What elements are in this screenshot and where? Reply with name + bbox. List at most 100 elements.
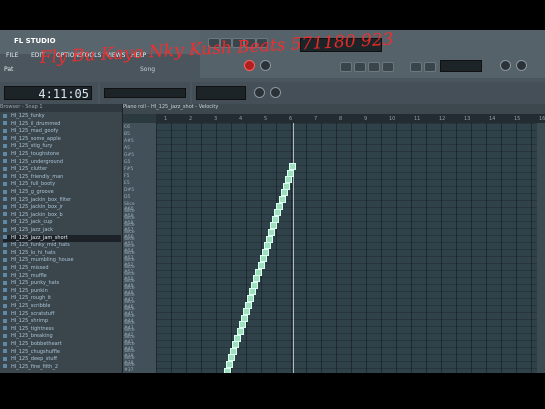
browser-item[interactable]: HI_125_scratstuff: [3, 311, 121, 318]
master-pitch-knob[interactable]: [260, 60, 271, 71]
browser-item[interactable]: HI_125_punkin: [3, 288, 121, 295]
time-panel: 4:11:05: [0, 82, 98, 104]
menu-tools[interactable]: TOOLS: [81, 52, 101, 60]
browser-item[interactable]: HI_125_lo_hi_hats: [3, 250, 121, 257]
mixer-knob[interactable]: [500, 60, 511, 71]
tool-button-4[interactable]: [382, 62, 394, 72]
browser-item[interactable]: HI_125_deep_stuff: [3, 356, 121, 363]
key-label: C6: [124, 125, 131, 130]
browser-item[interactable]: HI_125_mumbling_house: [3, 257, 121, 264]
browser-item[interactable]: HI_125_some_apple: [3, 136, 121, 143]
song-position-display: 4:11:05: [4, 86, 92, 101]
piano-roll-keyboard[interactable]: C6 B5 A#5 A5 G#5 G5 F#5 F5 E5 D#5 D5 Slice #60 Slice…: [123, 123, 156, 373]
audio-file-icon: [3, 174, 7, 179]
audio-file-icon: [3, 273, 7, 278]
fl-studio-window: FL STUDIO FILE EDIT OPTIONS TOOLS VIEWS HELP …: [0, 30, 545, 373]
play-button[interactable]: [208, 38, 220, 48]
browser-item-label: HI_125_missed: [11, 265, 49, 271]
bar-number: 16: [539, 116, 545, 122]
browser-item[interactable]: HI_125_jackin_box_filter: [3, 197, 121, 204]
browser-item[interactable]: HI_125_jackin_box_b: [3, 212, 121, 219]
browser-item-label: HI_125_il_drummed: [11, 120, 61, 127]
master-volume-knob[interactable]: [244, 60, 255, 71]
browser-item[interactable]: HI_125_mad_goofy: [3, 128, 121, 135]
browser-item[interactable]: HI_125_scribble: [3, 303, 121, 310]
browser-item[interactable]: HI_125_bobbetheart: [3, 341, 121, 348]
browser-item[interactable]: HI_125_jazz_jam_short: [3, 234, 121, 242]
menu-help[interactable]: HELP: [131, 52, 146, 60]
browser-item[interactable]: HI_125_funky: [3, 113, 121, 120]
browser-item[interactable]: HI_125_jackin_box_jr: [3, 204, 121, 211]
key-label: Slice #44: [124, 314, 135, 324]
browser-item[interactable]: HI_125_breaking: [3, 333, 121, 340]
record-button[interactable]: [232, 38, 244, 48]
browser-item-label: HI_125_shrimp: [11, 318, 49, 325]
key-label: A#5: [124, 139, 134, 144]
note-block[interactable]: [223, 367, 231, 373]
browser-item-label: HI_125_breaking: [11, 333, 53, 340]
tempo-display[interactable]: [196, 86, 246, 100]
audio-file-icon: [3, 197, 7, 202]
menu-views[interactable]: VIEWS: [106, 52, 125, 60]
browser-item[interactable]: HI_125_chugshuffle: [3, 349, 121, 356]
audio-file-icon: [3, 128, 7, 133]
tool-button-2[interactable]: [354, 62, 366, 72]
channel-knob[interactable]: [516, 60, 527, 71]
browser-item[interactable]: HI_125_missed: [3, 265, 121, 272]
audio-file-icon: [3, 318, 7, 323]
menu-edit[interactable]: EDIT: [31, 52, 45, 60]
swing-knob[interactable]: [254, 87, 265, 98]
browser-item[interactable]: HI_125_rough_it: [3, 295, 121, 302]
stop-button[interactable]: [220, 38, 232, 48]
pattern-song-toggle[interactable]: [244, 38, 256, 48]
browser-item[interactable]: HI_125_jazz_jack: [3, 227, 121, 234]
key-label: Slice #38: [124, 356, 135, 366]
browser-item[interactable]: HI_125_underground: [3, 159, 121, 166]
browser-item-label: HI_125_chugshuffle: [11, 348, 60, 355]
audio-file-icon: [3, 265, 7, 270]
browser-item[interactable]: HI_125_toughstone: [3, 151, 121, 158]
key-label: Slice #58: [124, 216, 135, 226]
browser-item[interactable]: HI_125_g_groove: [3, 189, 121, 196]
playhead[interactable]: [293, 123, 294, 373]
menu-file[interactable]: FILE: [6, 52, 18, 60]
audio-file-icon: [3, 257, 7, 262]
key-label: Slice #40: [124, 342, 135, 352]
browser-item-label: HI_125_jazz_jam_short: [11, 234, 68, 241]
letterbox-top: [0, 0, 545, 30]
piano-roll-ruler[interactable]: 1 2 3 4 5 6 7 8 9 10 11 12 13 14 15 16: [156, 114, 545, 123]
piano-roll-grid[interactable]: [156, 123, 545, 373]
menu-options[interactable]: OPTIONS: [56, 52, 83, 60]
song-mode-label: Song: [140, 66, 156, 73]
key-label: Slice #54: [124, 244, 135, 254]
browser-item[interactable]: HI_125_il_drummed: [3, 121, 121, 128]
browser-item[interactable]: HI_125_tightness: [3, 326, 121, 333]
piano-roll-scrollbar[interactable]: [537, 123, 545, 373]
browser-item[interactable]: HI_125_stig_fury: [3, 143, 121, 150]
key-label: Slice #57: [124, 223, 135, 233]
tool-button-6[interactable]: [424, 62, 436, 72]
tool-button-1[interactable]: [340, 62, 352, 72]
browser-item[interactable]: HI_125_full_booty: [3, 181, 121, 188]
key-label: Slice #52: [124, 258, 135, 268]
master-volume-slider[interactable]: [104, 88, 186, 98]
browser-item[interactable]: HI_125_clutter: [3, 166, 121, 173]
browser-item-label: HI_125_scribble: [11, 303, 51, 309]
audio-file-icon: [3, 136, 7, 141]
browser-item[interactable]: HI_125_friendly_man: [3, 174, 121, 181]
piano-roll-title: Piano roll - HI_125_jazz_shot - Velocity: [123, 104, 545, 114]
browser-item[interactable]: HI_125_fine_filth_2: [3, 364, 121, 371]
browser-item[interactable]: HI_125_punky_hats: [3, 280, 121, 287]
browser-item[interactable]: HI_125_funky_mid_hats: [3, 242, 121, 249]
browser-item[interactable]: HI_125_jack_cup: [3, 219, 121, 226]
tool-button-5[interactable]: [410, 62, 422, 72]
bar-number: 7: [314, 116, 318, 122]
browser-item-label: HI_125_stig_fury: [11, 143, 53, 150]
browser-item[interactable]: HI_125_muffle: [3, 273, 121, 280]
browser-item[interactable]: HI_125_shrimp: [3, 318, 121, 325]
pattern-knob[interactable]: [270, 87, 281, 98]
metronome-button[interactable]: [256, 38, 268, 48]
window-title: FL STUDIO: [14, 37, 56, 45]
tool-button-3[interactable]: [368, 62, 380, 72]
audio-file-icon: [3, 159, 7, 164]
